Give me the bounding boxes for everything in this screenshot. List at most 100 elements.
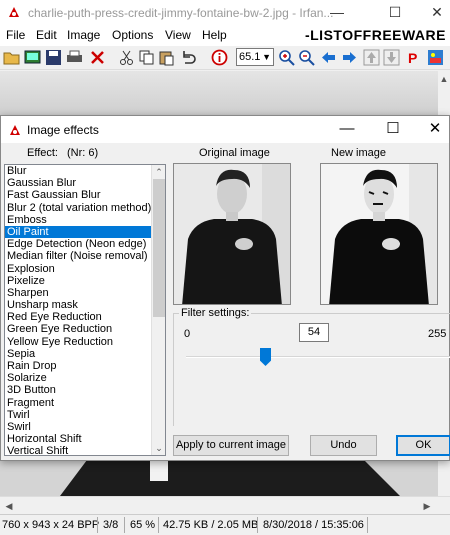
undo-icon[interactable] (180, 49, 197, 66)
effect-item[interactable]: 3D Button (5, 384, 165, 396)
effect-item[interactable]: Pixelize (5, 275, 165, 287)
zoom-in-icon[interactable] (278, 49, 295, 66)
effect-item[interactable]: Twirl (5, 409, 165, 421)
irfanview-dialog-icon (10, 125, 20, 135)
effect-item[interactable]: Sharpen (5, 287, 165, 299)
menu-image[interactable]: Image (67, 28, 100, 42)
status-divider (124, 517, 125, 533)
status-size: 42.75 KB / 2.05 MB (163, 519, 259, 531)
title-bar: charlie-puth-press-credit-jimmy-fontaine… (0, 0, 450, 26)
scroll-right-icon[interactable]: ▶ (420, 500, 434, 512)
apply-to-current-image-button[interactable]: Apply to current image (173, 435, 289, 456)
dialog-minimize-button[interactable]: — (327, 118, 367, 140)
effect-item[interactable]: Edge Detection (Neon edge) (5, 238, 165, 250)
image-effects-dialog: Image effects — ☐ ✕ Effect: (Nr: 6) Orig… (0, 115, 450, 461)
cut-icon[interactable] (118, 49, 135, 66)
undo-button[interactable]: Undo (310, 435, 377, 456)
effect-item[interactable]: Blur (5, 165, 165, 177)
toolbar: P (0, 46, 450, 70)
slider-min-label: 0 (184, 328, 191, 340)
effect-item[interactable]: Red Eye Reduction (5, 311, 165, 323)
effect-item[interactable]: Gaussian Blur (5, 177, 165, 189)
dialog-close-button[interactable]: ✕ (415, 118, 450, 140)
effect-number: (Nr: 6) (67, 147, 99, 159)
status-datetime: 8/30/2018 / 15:35:06 (263, 519, 364, 531)
main-horizontal-scrollbar[interactable]: ◀ ▶ (0, 496, 450, 514)
zoom-select[interactable]: 65.1 ▼ (236, 48, 274, 66)
delete-icon[interactable] (89, 49, 106, 66)
effect-item[interactable]: Fast Gaussian Blur (5, 189, 165, 201)
effect-item[interactable]: Explosion (5, 263, 165, 275)
status-divider (367, 517, 368, 533)
status-index: 3/8 (103, 519, 119, 531)
new-image-label: New image (331, 147, 387, 159)
ok-button[interactable]: OK (396, 435, 450, 456)
first-icon[interactable] (363, 49, 380, 66)
thumbnails-icon[interactable] (24, 49, 41, 66)
effects-list[interactable]: Blur Gaussian Blur Fast Gaussian Blur Blur … (4, 164, 166, 456)
scroll-thumb[interactable] (153, 179, 165, 317)
status-divider (97, 517, 98, 533)
save-icon[interactable] (45, 49, 62, 66)
chevron-down-icon: ▼ (262, 52, 271, 62)
window-title: charlie-puth-press-credit-jimmy-fontaine… (28, 6, 334, 20)
dialog-title: Image effects (27, 123, 99, 137)
maximize-button[interactable]: ☐ (372, 0, 418, 26)
menu-view[interactable]: View (165, 28, 191, 42)
zoom-value: 65.1 (239, 51, 261, 63)
menu-help[interactable]: Help (202, 28, 227, 42)
paste-icon[interactable] (158, 49, 175, 66)
effects-list-scrollbar[interactable]: ⌃ ⌄ (151, 165, 165, 455)
print-icon[interactable] (66, 49, 83, 66)
effect-label: Effect: (27, 147, 58, 159)
close-button[interactable]: ✕ (414, 0, 450, 26)
effect-item[interactable]: Blur 2 (total variation method) (5, 202, 165, 214)
open-folder-icon[interactable] (3, 49, 20, 66)
info-icon[interactable] (211, 49, 228, 66)
effect-item[interactable]: Oil Paint (5, 225, 165, 239)
original-image-preview (173, 163, 291, 305)
filter-value-field[interactable]: 54 (299, 323, 329, 342)
previous-icon[interactable] (320, 49, 337, 66)
photo-background (0, 71, 438, 115)
effect-item[interactable]: Solarize (5, 372, 165, 384)
paypal-icon[interactable]: P (405, 49, 422, 66)
menu-file[interactable]: File (6, 28, 25, 42)
effect-item[interactable]: Horizontal Shift (5, 433, 165, 445)
new-image-preview (320, 163, 438, 305)
dialog-maximize-button[interactable]: ☐ (373, 118, 413, 140)
effect-item[interactable]: Swirl (5, 421, 165, 433)
scroll-up-icon[interactable]: ⌃ (152, 166, 165, 178)
svg-text:P: P (408, 50, 417, 66)
scroll-up-icon[interactable]: ▲ (438, 73, 450, 85)
effect-item[interactable]: Emboss (5, 214, 165, 226)
slider-max-label: 255 (428, 328, 447, 340)
menu-edit[interactable]: Edit (36, 28, 57, 42)
scroll-down-icon[interactable]: ⌄ (152, 442, 165, 454)
status-bar: 760 x 943 x 24 BPP 3/8 65 % 42.75 KB / 2… (0, 514, 450, 535)
effect-item[interactable]: Sepia (5, 348, 165, 360)
filter-slider-track[interactable] (186, 356, 450, 358)
settings-icon[interactable] (427, 49, 444, 66)
effect-item[interactable]: Green Eye Reduction (5, 323, 165, 335)
effect-item[interactable]: Rain Drop (5, 360, 165, 372)
effect-item[interactable]: Median filter (Noise removal) (5, 250, 165, 262)
status-divider (158, 517, 159, 533)
dialog-title-bar: Image effects — ☐ ✕ (1, 116, 449, 143)
effect-item[interactable]: Yellow Eye Reduction (5, 336, 165, 348)
status-zoom: 65 % (130, 519, 156, 531)
menu-options[interactable]: Options (112, 28, 153, 42)
scroll-left-icon[interactable]: ◀ (2, 500, 16, 512)
copy-icon[interactable] (138, 49, 155, 66)
effect-item[interactable]: Unsharp mask (5, 299, 165, 311)
zoom-out-icon[interactable] (298, 49, 315, 66)
minimize-button[interactable]: — (314, 0, 360, 26)
last-icon[interactable] (383, 49, 400, 66)
effect-item[interactable]: Vertical Shift (5, 445, 165, 455)
next-icon[interactable] (341, 49, 358, 66)
effects-list-items: Blur Gaussian Blur Fast Gaussian Blur Blur … (5, 165, 165, 455)
status-divider (257, 517, 258, 533)
filter-settings-label: Filter settings: (179, 307, 252, 319)
irfanview-app-icon (9, 7, 19, 17)
effect-item[interactable]: Fragment (5, 397, 165, 409)
